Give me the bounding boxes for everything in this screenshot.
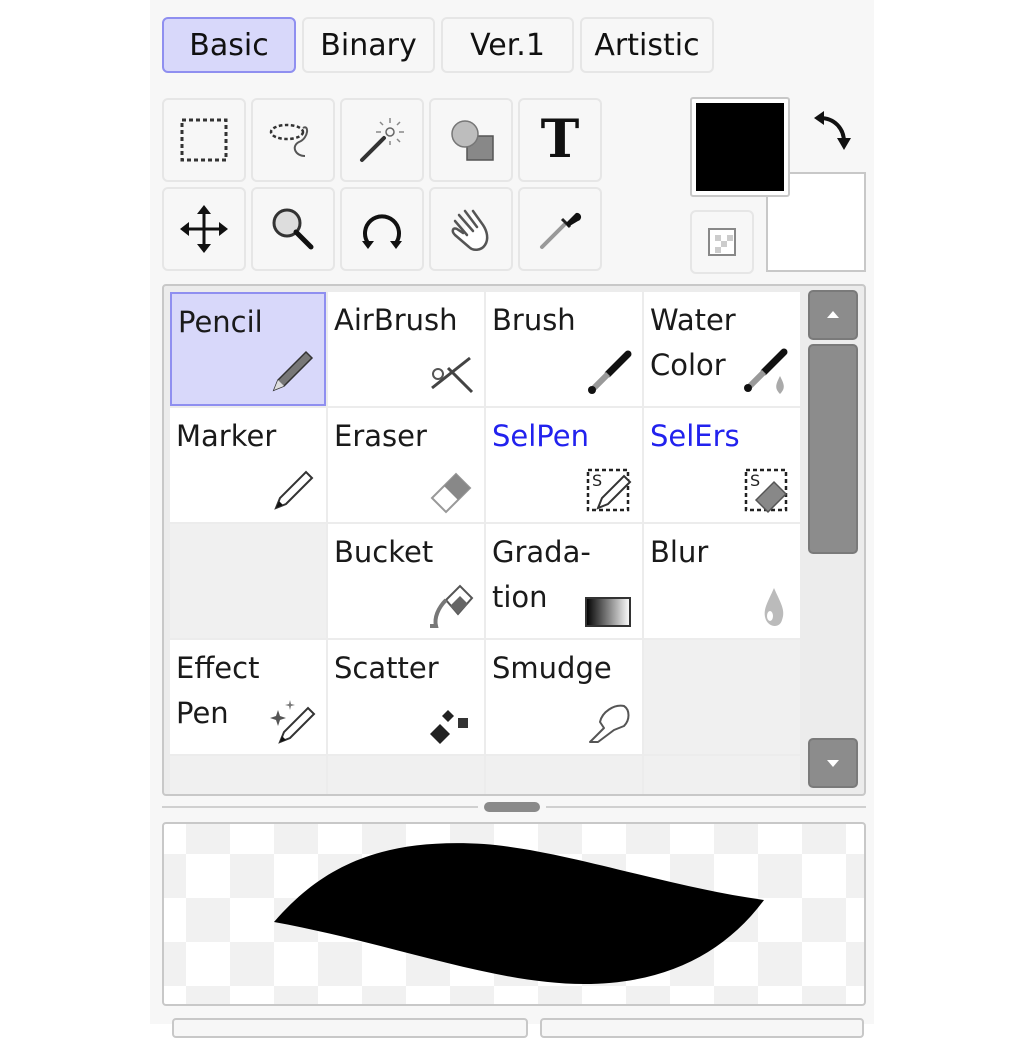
brush-label: SelErs xyxy=(650,419,740,453)
move-button[interactable] xyxy=(162,187,246,271)
watercolor-icon xyxy=(744,348,788,394)
arrow-up-icon xyxy=(827,311,839,318)
brush-icon xyxy=(588,350,632,394)
brush-label: AirBrush xyxy=(334,303,458,337)
lasso-icon xyxy=(269,123,309,157)
rotate-button[interactable] xyxy=(340,187,424,271)
brush-empty-slot[interactable] xyxy=(644,640,800,754)
brush-bucket[interactable]: Bucket xyxy=(328,524,484,638)
arrow-down-icon xyxy=(827,760,839,767)
eyedropper-button[interactable] xyxy=(518,187,602,271)
brush-label: Bucket xyxy=(334,535,434,569)
brush-empty-slot[interactable] xyxy=(170,756,326,794)
brush-label: Marker xyxy=(176,419,277,453)
brush-scatter[interactable]: Scatter xyxy=(328,640,484,754)
tab-basic[interactable]: Basic xyxy=(162,17,296,73)
effect-pen-icon xyxy=(270,700,316,744)
brush-watercolor[interactable]: Water Color xyxy=(644,292,800,406)
rect-select-icon xyxy=(180,118,228,162)
bottom-control-right[interactable] xyxy=(540,1018,864,1038)
selpen-icon: S xyxy=(586,468,632,512)
brush-empty-slot[interactable] xyxy=(170,524,326,638)
brush-airbrush[interactable]: AirBrush xyxy=(328,292,484,406)
brush-label: Blur xyxy=(650,535,709,569)
brush-grid-scrollbar[interactable] xyxy=(804,286,862,794)
brush-grid: Pencil AirBrush Brush Water Color Marker… xyxy=(162,284,866,796)
tab-artistic[interactable]: Artistic xyxy=(580,17,714,73)
brush-label: Water Color xyxy=(650,303,736,382)
brush-stroke-preview xyxy=(162,822,866,1006)
brush-empty-slot[interactable] xyxy=(486,756,642,794)
splitter-line xyxy=(162,806,478,808)
brush-label: SelPen xyxy=(492,419,589,453)
brush-blur[interactable]: Blur xyxy=(644,524,800,638)
brush-empty-slot[interactable] xyxy=(328,756,484,794)
brush-pencil[interactable]: Pencil xyxy=(170,292,326,406)
brush-label: Pencil xyxy=(178,305,263,339)
selers-icon: S xyxy=(744,468,788,514)
eyedropper-icon xyxy=(540,212,582,249)
brush-smudge[interactable]: Smudge xyxy=(486,640,642,754)
brush-effect-pen[interactable]: Effect Pen xyxy=(170,640,326,754)
panel-splitter-handle[interactable] xyxy=(484,802,540,812)
scroll-thumb[interactable] xyxy=(808,344,858,554)
magic-wand-button[interactable] xyxy=(340,98,424,182)
splitter-line xyxy=(546,806,866,808)
pencil-icon xyxy=(272,350,314,392)
rect-select-button[interactable] xyxy=(162,98,246,182)
brush-gradation[interactable]: Grada- tion xyxy=(486,524,642,638)
magic-wand-icon xyxy=(360,118,404,162)
shapes-icon xyxy=(451,120,494,161)
swap-colors-icon[interactable] xyxy=(810,108,856,154)
brush-label: Effect Pen xyxy=(176,651,260,730)
brush-label: Smudge xyxy=(492,651,612,685)
brush-selers[interactable]: SelErs S xyxy=(644,408,800,522)
eraser-icon xyxy=(430,472,472,514)
brush-marker[interactable]: Marker xyxy=(170,408,326,522)
shapes-button[interactable] xyxy=(429,98,513,182)
transparent-color-icon xyxy=(708,228,736,256)
move-icon xyxy=(180,205,228,253)
svg-text:S: S xyxy=(750,471,760,490)
zoom-icon xyxy=(272,208,314,250)
blur-icon xyxy=(764,588,784,626)
foreground-color-swatch[interactable] xyxy=(690,97,790,197)
text-tool-button[interactable]: T xyxy=(518,98,602,182)
hand-button[interactable] xyxy=(429,187,513,271)
brush-selpen[interactable]: SelPen S xyxy=(486,408,642,522)
foreground-color-fill xyxy=(696,103,784,191)
brush-label: Brush xyxy=(492,303,576,337)
hand-icon xyxy=(451,209,489,251)
tab-ver1[interactable]: Ver.1 xyxy=(441,17,574,73)
text-icon: T xyxy=(540,109,580,170)
brush-label: Eraser xyxy=(334,419,427,453)
transparent-color-button[interactable] xyxy=(690,210,754,274)
svg-text:S: S xyxy=(592,471,602,490)
scatter-icon xyxy=(430,710,468,744)
scroll-down-button[interactable] xyxy=(808,738,858,788)
brush-brush[interactable]: Brush xyxy=(486,292,642,406)
marker-icon xyxy=(274,470,314,510)
bottom-control-left[interactable] xyxy=(172,1018,528,1038)
gradation-icon xyxy=(585,597,631,627)
brush-label: Scatter xyxy=(334,651,439,685)
brush-label: Grada- tion xyxy=(492,535,591,614)
bucket-icon xyxy=(430,584,474,628)
airbrush-icon xyxy=(431,356,474,394)
brush-eraser[interactable]: Eraser xyxy=(328,408,484,522)
zoom-button[interactable] xyxy=(251,187,335,271)
lasso-button[interactable] xyxy=(251,98,335,182)
rotate-icon xyxy=(362,214,402,249)
smudge-icon xyxy=(589,704,630,743)
brush-empty-slot[interactable] xyxy=(644,756,800,794)
scroll-up-button[interactable] xyxy=(808,290,858,340)
tab-binary[interactable]: Binary xyxy=(302,17,435,73)
stroke-shape xyxy=(274,843,764,984)
